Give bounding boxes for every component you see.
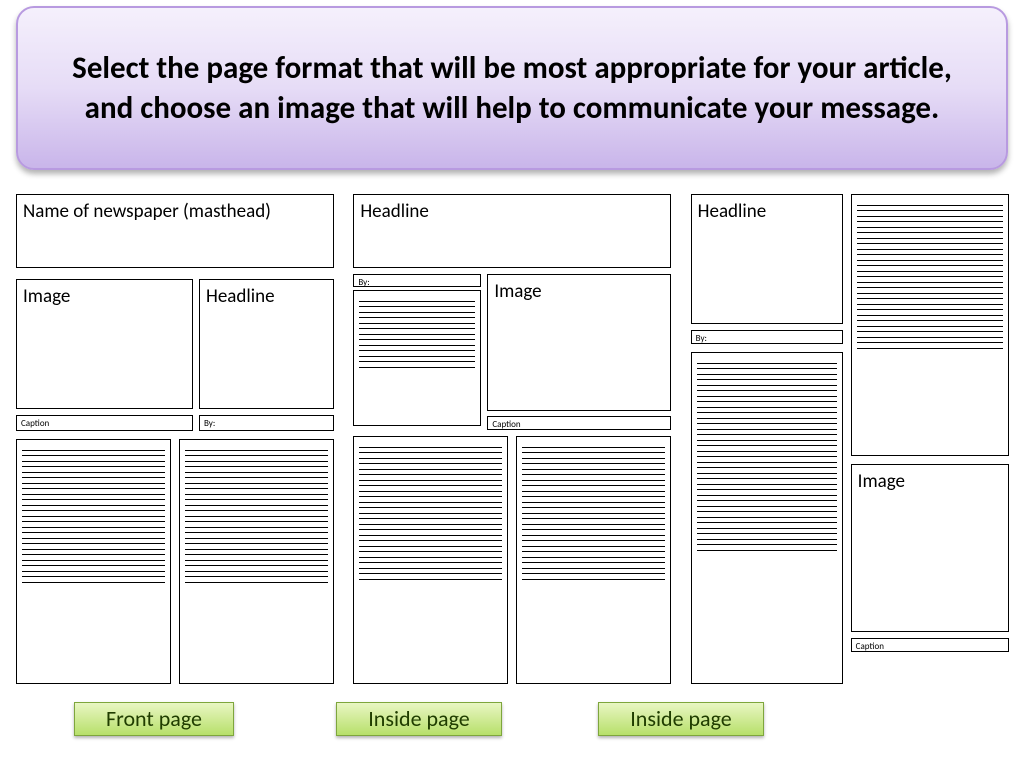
image-box: Image [487,274,671,411]
masthead-box: Name of newspaper (masthead) [16,194,334,268]
template-front-page[interactable]: Name of newspaper (masthead) Image Headl… [16,194,333,684]
caption-box: Caption [16,415,193,431]
headline-box: Headline [353,194,671,268]
text-column [179,439,334,684]
byline-box: By: [353,274,481,287]
text-column [16,439,171,684]
template-inside-page-1[interactable]: Headline By: Image Caption [353,194,670,684]
byline-box: By: [199,415,334,431]
text-column [691,352,843,684]
text-column [516,436,671,684]
inside-page-button-1[interactable]: Inside page [336,702,502,736]
headline-box: Headline [691,194,843,324]
front-page-button[interactable]: Front page [74,702,234,736]
image-box: Image [851,464,1009,632]
template-inside-page-2[interactable]: Headline By: Image Caption [691,194,1008,684]
inside-page-button-2[interactable]: Inside page [598,702,764,736]
image-box: Image [16,279,193,409]
headline-box: Headline [199,279,334,409]
instruction-banner: Select the page format that will be most… [16,6,1008,170]
templates-row: Name of newspaper (masthead) Image Headl… [16,194,1008,684]
text-column [353,290,481,426]
byline-box: By: [691,330,843,344]
caption-box: Caption [487,416,671,430]
button-row: Front page Inside page Inside page [0,702,1024,742]
text-column [851,194,1009,456]
caption-box: Caption [851,638,1009,652]
text-column [353,436,508,684]
